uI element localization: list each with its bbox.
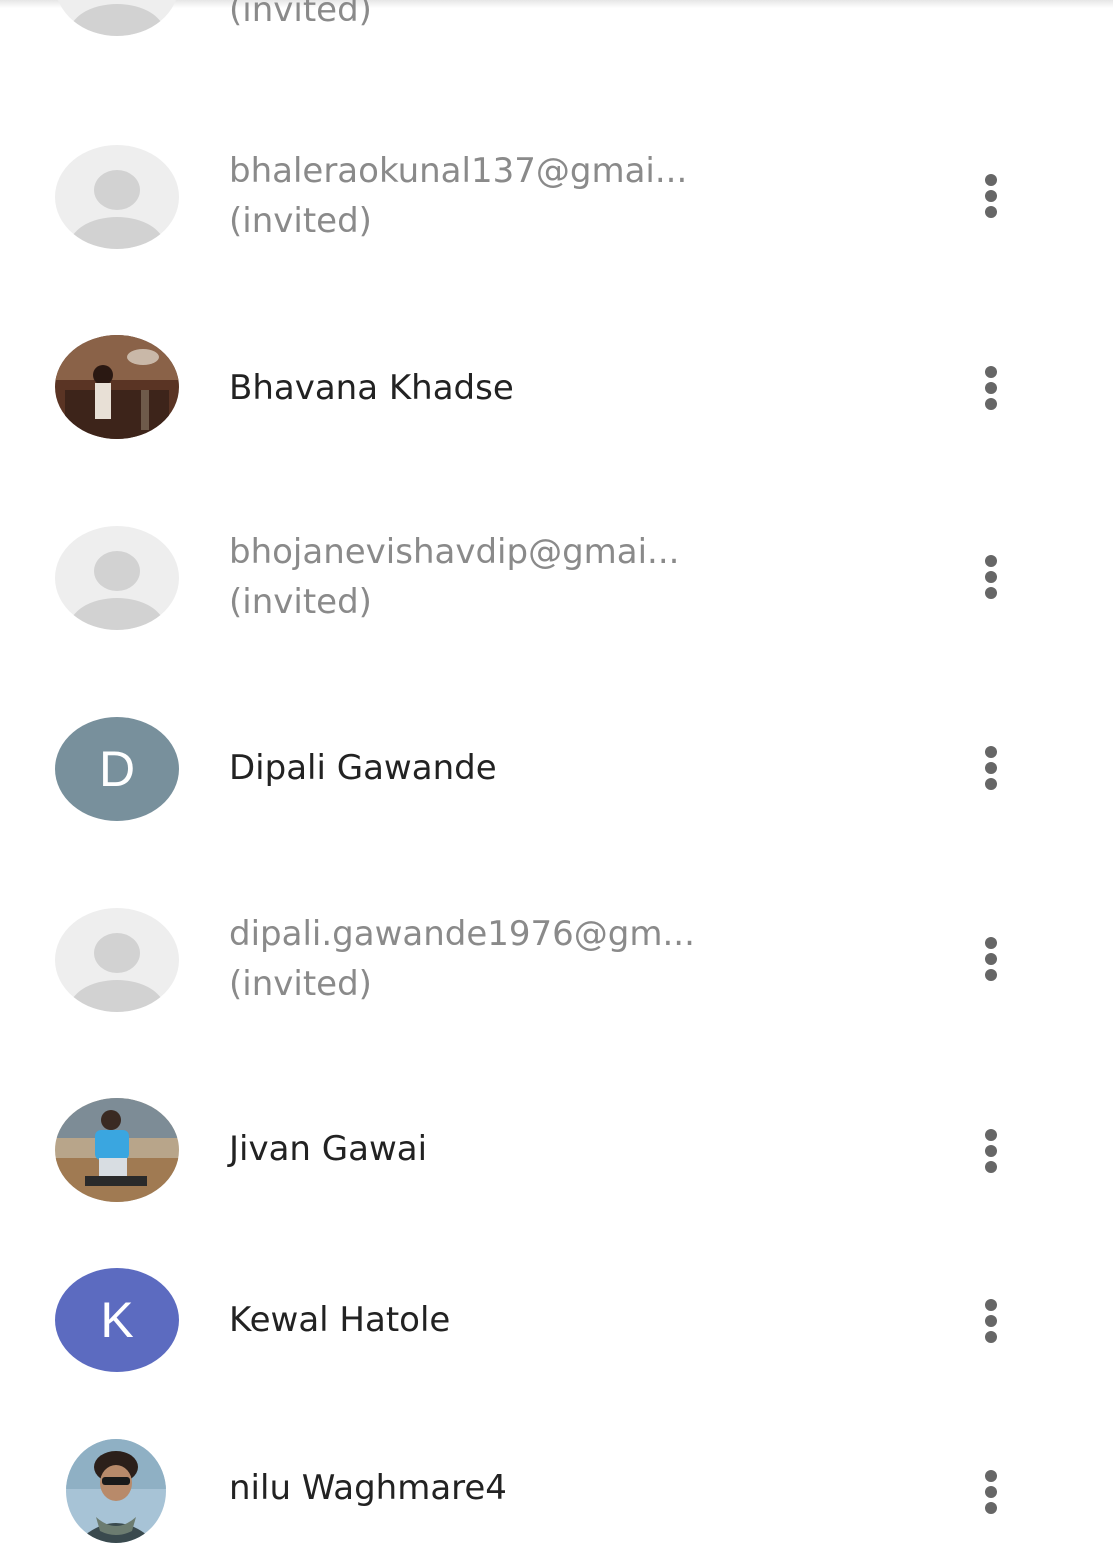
member-name: Jivan Gawai: [229, 1129, 428, 1169]
member-photo-avatar: [55, 335, 179, 439]
member-name: Kewal Hatole: [229, 1300, 451, 1340]
member-row[interactable]: D Dipali Gawande: [0, 712, 1113, 832]
member-row[interactable]: dipali.gawande1976@gm... (invited): [0, 903, 1113, 1023]
more-vert-icon[interactable]: [970, 168, 1012, 224]
more-vert-icon[interactable]: [970, 1123, 1012, 1179]
member-email: bhojanevishavdip@gmai...: [229, 532, 680, 572]
member-email: bhaleraokunal137@gmai...: [229, 151, 688, 191]
member-row-partial[interactable]: (invited): [0, 0, 1113, 60]
member-photo-avatar: [66, 1439, 166, 1543]
person-placeholder-icon: [55, 908, 179, 1012]
member-photo-avatar: [55, 1098, 179, 1202]
member-row[interactable]: bhojanevishavdip@gmai... (invited): [0, 521, 1113, 641]
more-vert-icon[interactable]: [970, 360, 1012, 416]
member-row[interactable]: Jivan Gawai: [0, 1093, 1113, 1213]
member-name: nilu Waghmare4: [229, 1468, 507, 1508]
more-vert-icon[interactable]: [970, 549, 1012, 605]
member-status: (invited): [229, 0, 372, 30]
member-row[interactable]: bhaleraokunal137@gmai... (invited): [0, 140, 1113, 260]
member-row[interactable]: K Kewal Hatole: [0, 1263, 1113, 1383]
member-row[interactable]: nilu Waghmare4: [0, 1434, 1113, 1554]
member-status: (invited): [229, 201, 372, 241]
member-name: Bhavana Khadse: [229, 368, 514, 408]
member-row[interactable]: Bhavana Khadse: [0, 330, 1113, 450]
person-placeholder-icon: [55, 526, 179, 630]
person-placeholder-icon: [55, 0, 179, 36]
more-vert-icon[interactable]: [970, 740, 1012, 796]
member-status: (invited): [229, 582, 372, 622]
more-vert-icon[interactable]: [970, 931, 1012, 987]
letter-avatar: K: [55, 1268, 179, 1372]
member-email: dipali.gawande1976@gm...: [229, 914, 695, 954]
more-vert-icon[interactable]: [970, 1293, 1012, 1349]
person-placeholder-icon: [55, 145, 179, 249]
member-name: Dipali Gawande: [229, 748, 497, 788]
letter-avatar: D: [55, 717, 179, 821]
more-vert-icon[interactable]: [970, 1464, 1012, 1520]
member-status: (invited): [229, 964, 372, 1004]
